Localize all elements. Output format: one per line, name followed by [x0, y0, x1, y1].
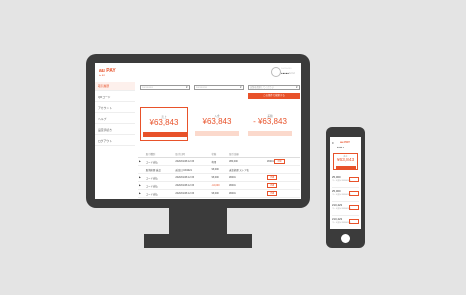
table-cell: ¥5,000 [210, 173, 229, 182]
table-cell: 利用 [210, 157, 229, 166]
table-cell: 2020/01/08 12:33 [174, 181, 211, 190]
list-item-sub: コード支払 2020/01/08 [332, 208, 351, 210]
deposit-card: 入金 ¥63,843 [193, 107, 241, 141]
row-id: #0001 [267, 160, 274, 163]
detail-button[interactable] [349, 205, 359, 210]
sidebar-item-account[interactable]: アカウント [95, 104, 135, 113]
table-cell: コード支払 [144, 173, 175, 182]
table-cell: 詳細 [266, 173, 300, 182]
table-row[interactable]: ▶ コード支払 2020/01/08 12:33 利用 ¥80,000 #000… [138, 157, 300, 166]
chevron-down-icon: ▼ [185, 86, 188, 89]
table-cell: 2020/01/08 12:33 [174, 173, 211, 182]
user-rank: ●●●●●○○○○ [281, 72, 296, 75]
end-date-value: 2021/01/31 [196, 87, 207, 89]
chevron-down-icon: ▼ [239, 86, 242, 89]
detail-button[interactable]: 詳細 [267, 191, 278, 196]
hamburger-menu-icon[interactable]: ≡ [332, 141, 334, 145]
table-cell: コード支払 [144, 157, 175, 166]
detail-button[interactable] [349, 219, 359, 224]
monitor-neck [169, 208, 227, 234]
detail-button[interactable] [349, 177, 359, 182]
list-item-sub: コード支払 2020/01/08 [332, 180, 351, 182]
store-select-value: 店舗を選択してください [250, 87, 274, 89]
expand-icon [138, 165, 145, 174]
sidebar-item-help[interactable]: ヘルプ [95, 115, 135, 124]
expand-icon[interactable]: ▶ [138, 181, 145, 190]
sidebar-item-qrcode[interactable]: QRコード [95, 93, 135, 102]
table-cell: #0001 [228, 189, 267, 198]
table-cell: ¥5,000 [210, 189, 229, 198]
table-cell: 詳細 [266, 189, 300, 198]
expand-icon[interactable]: ▶ [138, 173, 145, 182]
sidebar: 取引履歴 QRコード アカウント ヘルプ 設定手続き ログアウト [95, 82, 135, 199]
app-logo[interactable]: au PAY [99, 69, 116, 74]
mobile-approve-button[interactable] [336, 166, 356, 169]
detail-button[interactable]: 詳細 [274, 159, 285, 164]
detail-button[interactable]: 詳細 [267, 175, 278, 180]
end-date-select[interactable]: 2021/01/31 ▼ [194, 85, 244, 90]
expand-icon[interactable]: ▶ [138, 157, 145, 166]
user-avatar[interactable] [271, 67, 281, 77]
monitor-screen: au PAY for BIZ ○○○○○○○○ ●●●●●○○○○ 取引履歴 Q… [95, 63, 301, 199]
difference-card-button[interactable] [248, 131, 292, 136]
list-item[interactable]: ¥5,000 コード支払 2020/01/08 [332, 188, 359, 202]
phone-screen: ≡ au PAY ●●●● ▾ 売上 ¥63,843 ¥5,000 コード支払 … [330, 137, 361, 229]
sales-card: 売上 ¥63,843 [140, 107, 188, 141]
difference-card-amount: - ¥63,843 [253, 117, 287, 126]
table-cell: #0001 [228, 173, 267, 182]
list-item[interactable]: ¥10,423 コード支払 2020/01/08 [332, 202, 359, 216]
table-cell: 2020/01/08 12:33 [174, 189, 211, 198]
table-row[interactable]: ▶ コード支払 2020/01/08 12:33 -10,000 #0001 詳… [138, 181, 300, 190]
table-cell: ¥80,000 [228, 157, 267, 166]
chevron-down-icon: ▼ [295, 86, 298, 89]
table-cell: -10,000 [210, 181, 229, 190]
deposit-card-amount: ¥63,843 [202, 117, 232, 126]
monitor-base [144, 234, 252, 248]
table-cell: コード支払 [144, 181, 175, 190]
detail-button[interactable] [349, 191, 359, 196]
sales-card-amount: ¥63,843 [149, 118, 179, 127]
approve-button[interactable] [143, 132, 187, 137]
list-item-sub: コード支払 2020/01/08 [332, 194, 351, 196]
app-logo-subtitle: for BIZ [99, 74, 106, 77]
search-button[interactable]: この条件で検索する [248, 93, 300, 99]
table-row[interactable]: 取消処理 返品 返金日 03/2021 ¥5,000 返金処理 ストア名 [138, 165, 300, 174]
table-cell: ¥5,000 [210, 165, 229, 174]
mobile-sales-amount: ¥63,843 [336, 158, 355, 163]
mobile-app-logo[interactable]: au PAY [340, 140, 350, 144]
table-cell [266, 165, 300, 174]
list-item-sub: コード支払 2020/01/08 [332, 222, 351, 224]
sidebar-item-settings[interactable]: 設定手続き [95, 126, 135, 135]
table-cell: 返金処理 ストア名 [228, 165, 267, 174]
table-cell: コード支払 [144, 189, 175, 198]
start-date-select[interactable]: 2021/01/01 ▼ [140, 85, 190, 90]
list-item[interactable]: ¥5,000 コード支払 2020/01/08 [332, 174, 359, 188]
table-cell: 返金日 03/2021 [174, 165, 211, 174]
user-name: ○○○○○○○○ [281, 68, 292, 70]
list-item[interactable]: ¥10,423 コード支払 2020/01/08 [332, 216, 359, 229]
phone-home-button[interactable] [341, 234, 350, 243]
store-select[interactable]: 店舗を選択してください ▼ [248, 85, 300, 90]
sidebar-item-logout[interactable]: ログアウト [95, 137, 135, 146]
illustration-stage: au PAY for BIZ ○○○○○○○○ ●●●●●○○○○ 取引履歴 Q… [0, 0, 466, 295]
sidebar-item-history[interactable]: 取引履歴 [95, 82, 135, 91]
expand-icon[interactable]: ▶ [138, 189, 145, 198]
table-cell: #0001 詳細 [266, 157, 300, 166]
table-row[interactable]: ▶ コード支払 2020/01/08 12:33 ¥5,000 #0001 詳細 [138, 173, 300, 182]
mobile-user-rank[interactable]: ●●●● ▾ [337, 146, 344, 149]
mobile-sales-card: 売上 ¥63,843 [333, 153, 358, 170]
table-cell: 取消処理 返品 [144, 165, 175, 174]
table-row[interactable]: ▶ コード支払 2020/01/08 12:33 ¥5,000 #0001 詳細 [138, 189, 300, 198]
start-date-value: 2021/01/01 [142, 87, 153, 89]
detail-button[interactable]: 詳細 [267, 183, 278, 188]
transactions-table: 取引種別 取引日時 状態 取引金額 ▶ コード支払 2020/01/08 12:… [138, 151, 300, 198]
table-cell: #0001 [228, 181, 267, 190]
difference-card: 差額 - ¥63,843 [246, 107, 294, 141]
table-cell: 2020/01/08 12:33 [174, 157, 211, 166]
deposit-card-button[interactable] [195, 131, 239, 136]
table-cell: 詳細 [266, 181, 300, 190]
